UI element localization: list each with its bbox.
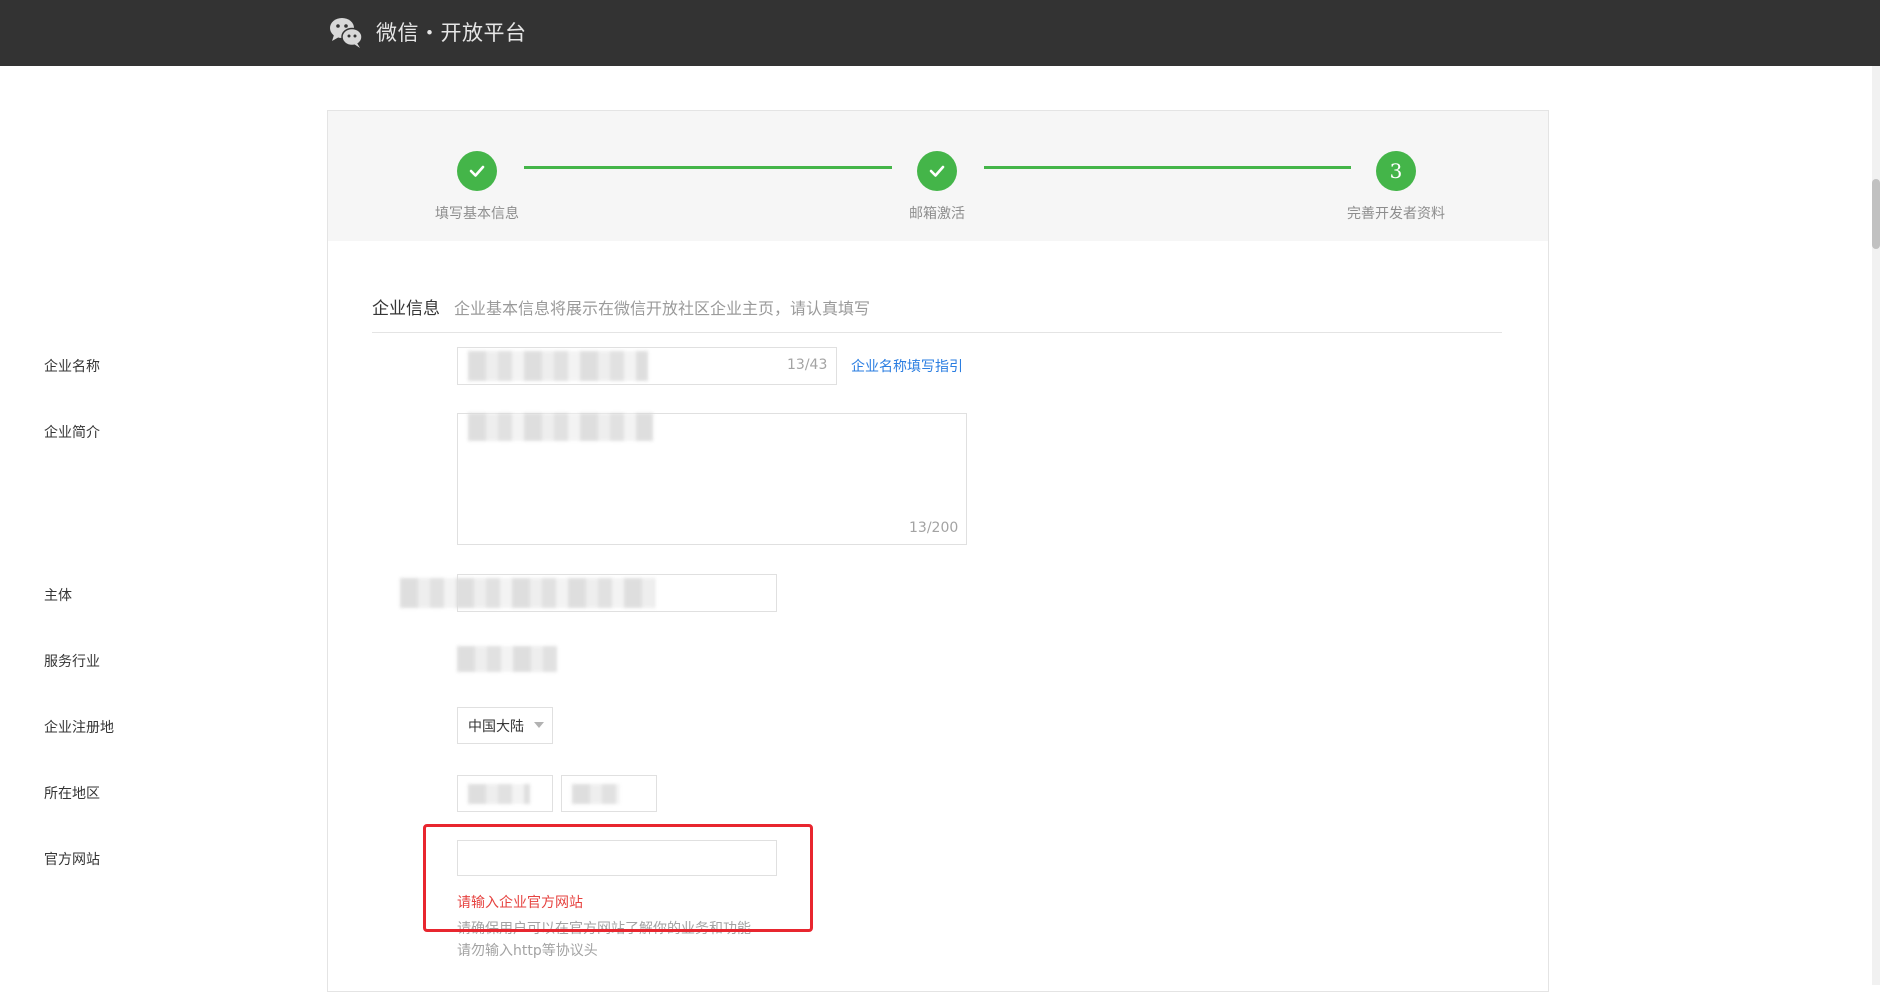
platform-title: 微信・开放平台 (376, 21, 527, 45)
step-3: 3 完善开发者资料 (1326, 151, 1466, 223)
step-connector (984, 166, 1351, 169)
wechat-icon (328, 14, 364, 50)
annotation-highlight-box (423, 824, 813, 932)
progress-steps: 填写基本信息 邮箱激活 3 完善开发者资料 (328, 111, 1548, 241)
redacted-value (457, 646, 557, 672)
company-name-label: 企业名称 (44, 359, 100, 375)
redacted-value (468, 351, 648, 381)
step-2: 邮箱激活 (867, 151, 1007, 223)
brand[interactable]: 微信・开放平台 (328, 14, 527, 50)
company-intro-counter: 13/200 (909, 520, 959, 536)
step-connector (524, 166, 892, 169)
page-scrollbar[interactable] (1872, 66, 1880, 985)
main-body-label: 主体 (44, 588, 72, 604)
step-label: 邮箱激活 (909, 206, 965, 222)
redacted-value (468, 784, 530, 804)
top-bar: 微信・开放平台 (0, 0, 1880, 66)
section-title: 企业信息 (372, 299, 440, 319)
company-name-guide-link[interactable]: 企业名称填写指引 (851, 356, 963, 376)
company-intro-label: 企业简介 (44, 425, 100, 441)
scrollbar-thumb[interactable] (1872, 179, 1880, 249)
step-number: 3 (1376, 151, 1416, 191)
redacted-value (572, 784, 620, 804)
company-name-counter: 13/43 (787, 357, 828, 373)
step-1: 填写基本信息 (407, 151, 547, 223)
section-description: 企业基本信息将展示在微信开放社区企业主页，请认真填写 (454, 299, 871, 318)
step-label: 填写基本信息 (435, 206, 519, 222)
check-icon (457, 151, 497, 191)
website-protocol-tip: 请勿输入http等协议头 (457, 943, 598, 959)
redacted-value (400, 578, 655, 608)
region-label: 所在地区 (44, 786, 100, 802)
registration-label: 企业注册地 (44, 720, 114, 736)
registration-select[interactable]: 中国大陆 (457, 707, 553, 744)
industry-label: 服务行业 (44, 654, 100, 670)
redacted-value (468, 413, 653, 441)
website-label: 官方网站 (44, 852, 100, 868)
chevron-down-icon (534, 722, 544, 728)
check-icon (917, 151, 957, 191)
section-header: 企业信息 企业基本信息将展示在微信开放社区企业主页，请认真填写 (372, 294, 1502, 333)
step-label: 完善开发者资料 (1347, 206, 1445, 222)
registration-value: 中国大陆 (468, 718, 524, 735)
